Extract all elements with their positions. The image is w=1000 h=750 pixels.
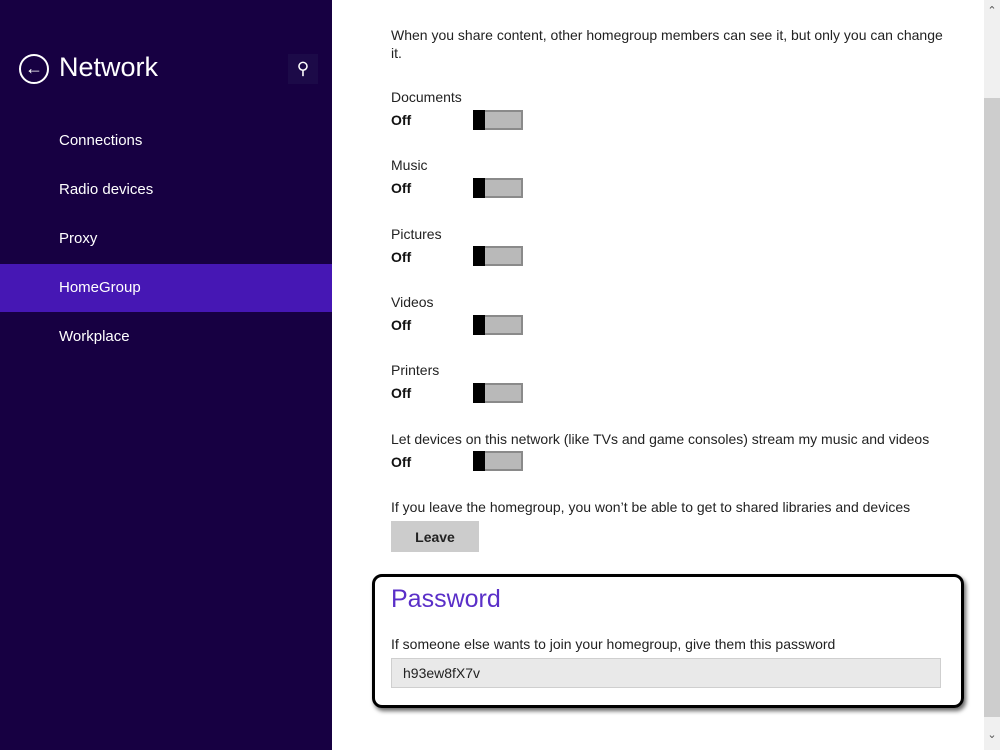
page-title: Network (59, 52, 159, 82)
music-toggle[interactable] (473, 178, 523, 198)
toggle-label-documents: Documents (391, 89, 462, 105)
scroll-down-icon[interactable]: ⌄ (984, 728, 1000, 741)
toggle-state-media-streaming: Off (391, 454, 412, 470)
share-intro-text: When you share content, other homegroup … (391, 27, 943, 61)
pictures-toggle[interactable] (473, 246, 523, 266)
scroll-up-icon[interactable]: ⌃ (984, 4, 1000, 17)
toggle-label-videos: Videos (391, 294, 434, 310)
toggle-state-pictures: Off (391, 249, 412, 265)
sidebar-item-connections[interactable]: Connections (0, 117, 332, 165)
sidebar-item-workplace[interactable]: Workplace (0, 313, 332, 361)
password-description: If someone else wants to join your homeg… (391, 636, 836, 652)
printers-toggle[interactable] (473, 383, 523, 403)
toggle-state-documents: Off (391, 112, 412, 128)
toggle-label-pictures: Pictures (391, 226, 442, 242)
back-arrow-icon[interactable]: ← (19, 54, 49, 84)
scrollbar-thumb[interactable] (984, 98, 1000, 717)
leave-button[interactable]: Leave (391, 521, 479, 552)
toggle-label-media-streaming: Let devices on this network (like TVs an… (391, 431, 930, 447)
search-icon[interactable]: ⚲ (288, 54, 318, 84)
sidebar-item-homegroup[interactable]: HomeGroup (0, 264, 332, 312)
toggle-label-music: Music (391, 157, 428, 173)
toggle-state-printers: Off (391, 385, 412, 401)
password-field[interactable] (391, 658, 941, 688)
leave-description: If you leave the homegroup, you won’t be… (391, 499, 911, 515)
toggle-state-music: Off (391, 180, 412, 196)
videos-toggle[interactable] (473, 315, 523, 335)
sidebar-item-proxy[interactable]: Proxy (0, 215, 332, 263)
toggle-state-videos: Off (391, 317, 412, 333)
sidebar: ← Network ⚲ Connections Radio devices Pr… (0, 0, 332, 750)
media-streaming-toggle[interactable] (473, 451, 523, 471)
documents-toggle[interactable] (473, 110, 523, 130)
sidebar-item-radio-devices[interactable]: Radio devices (0, 166, 332, 214)
scrollbar[interactable]: ⌃ ⌄ (984, 0, 1000, 750)
toggle-label-printers: Printers (391, 362, 440, 378)
main-content: When you share content, other homegroup … (332, 0, 984, 750)
password-heading: Password (391, 585, 501, 613)
